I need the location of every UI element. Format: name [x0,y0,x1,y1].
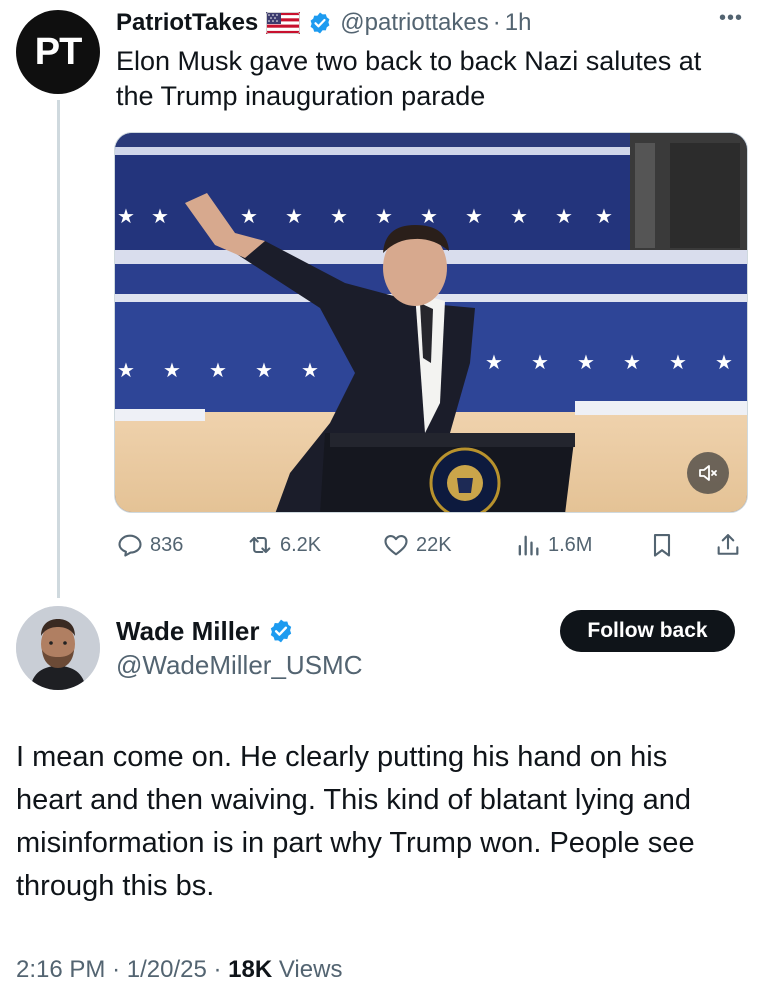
tweet-date[interactable]: 1/20/25 [127,956,207,983]
meta-separator: · [112,956,121,983]
quoted-author-name[interactable]: PatriotTakes [116,9,258,37]
bookmark-icon [653,534,671,557]
reply-icon [118,534,142,557]
svg-text:★: ★ [595,204,613,228]
share-button[interactable] [714,528,748,562]
meta-separator: · [213,956,222,983]
svg-text:★: ★ [375,204,393,228]
svg-text:★: ★ [240,204,258,228]
main-tweet-text: I mean come on. He clearly putting his h… [16,741,695,902]
tweet-video[interactable]: ★★★ ★★★ ★★★ ★★★ ★★★ ★★ ★★★ ★★★ [114,132,748,513]
tweet-views-count[interactable]: 18K [228,956,272,983]
svg-text:★: ★ [301,358,319,382]
us-flag-icon [266,12,301,34]
tweet-action-bar: 836 6.2K 22K 1.6M [116,528,748,562]
tweet-views-label: Views [278,956,343,983]
svg-text:★: ★ [465,204,483,228]
svg-text:★: ★ [163,358,181,382]
repost-icon [249,536,271,554]
svg-text:★: ★ [531,350,549,374]
patriottakes-avatar[interactable]: PT [16,10,100,94]
share-icon [717,534,739,555]
svg-text:★: ★ [555,204,573,228]
repost-count: 6.2K [280,533,322,556]
video-frame-illustration: ★★★ ★★★ ★★★ ★★★ ★★★ ★★ ★★★ ★★★ [115,133,747,512]
bookmark-button[interactable] [648,528,682,562]
repost-button[interactable]: 6.2K [246,528,321,562]
svg-text:★: ★ [255,358,273,382]
svg-text:★: ★ [669,350,687,374]
views-count: 1.6M [548,533,593,556]
like-count: 22K [416,533,452,556]
mute-button[interactable] [687,452,729,494]
tweet-time[interactable]: 2:16 PM [16,956,105,983]
quoted-tweet-text: Elon Musk gave two back to back Nazi sal… [116,46,702,111]
thread-connector-line [57,100,60,598]
verified-badge-icon [310,12,330,34]
svg-text:★: ★ [151,204,169,228]
verified-badge-icon [270,619,291,643]
tweet-metadata: 2:16 PM · 1/20/25 · 18K Views [16,956,342,984]
svg-text:★: ★ [623,350,641,374]
analytics-icon [518,535,539,556]
avatar-initials: PT [34,30,83,73]
svg-text:★: ★ [715,350,733,374]
quoted-tweet-time[interactable]: 1h [505,9,532,37]
main-author-handle[interactable]: @WadeMiller_USMC [116,650,362,681]
svg-text:★: ★ [330,204,348,228]
svg-text:★: ★ [117,204,135,228]
more-options-icon[interactable]: ••• [714,8,748,32]
wademiller-avatar[interactable] [16,606,100,690]
svg-text:★: ★ [117,358,135,382]
like-button[interactable]: 22K [382,528,452,562]
svg-text:★: ★ [577,350,595,374]
svg-text:★: ★ [485,350,503,374]
views-button[interactable]: 1.6M [514,528,592,562]
quoted-author-handle[interactable]: @patriottakes [340,9,488,37]
main-author-name-row: Wade Miller [116,614,294,648]
profile-photo [16,606,100,690]
svg-text:★: ★ [420,204,438,228]
muted-speaker-icon [699,465,717,481]
quoted-tweet-header: PatriotTakes @patriottakes · 1h [116,8,531,38]
header-separator: · [492,9,501,36]
heart-icon [384,534,408,556]
main-author-name[interactable]: Wade Miller [116,616,260,647]
follow-back-button[interactable]: Follow back [560,610,735,652]
svg-text:★: ★ [285,204,303,228]
reply-button[interactable]: 836 [116,528,183,562]
svg-text:★: ★ [209,358,227,382]
reply-count: 836 [150,533,184,556]
svg-text:★: ★ [510,204,528,228]
